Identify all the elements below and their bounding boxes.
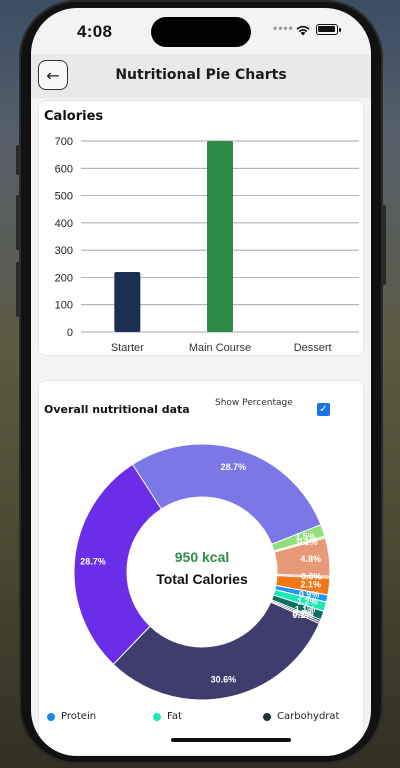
legend-label: Fat [167, 711, 182, 722]
slice-label: 4.8% [300, 554, 321, 564]
calories-bar-chart: 0 100 200 300 400 500 600 700 Starter Main Course… [55, 136, 359, 354]
legend-dot [153, 712, 161, 721]
slice-label: 28.7% [80, 557, 106, 567]
center-value: 950 kcal [175, 549, 230, 565]
bar [207, 141, 233, 332]
legend-label: Protein [61, 711, 97, 722]
slice-label: 2.1% [301, 580, 322, 590]
slice-label: 0.1% [297, 537, 318, 547]
overall-nutrition-card: Overall nutritional data Show Percentage… [38, 380, 364, 756]
legend-item-protein: Protein [47, 711, 96, 722]
page-title: Nutritional Pie Charts [115, 67, 287, 83]
calories-card: Calories 0 100 200 300 400 500 600 700 Starter Ma… [38, 100, 364, 356]
wifi-icon [296, 25, 310, 36]
bar [114, 271, 141, 332]
y-tick-label: 600 [55, 163, 73, 175]
status-time: 4:08 [77, 22, 113, 41]
slice-label: 28.7% [221, 462, 247, 472]
slice-label: 0.1% [292, 610, 313, 620]
dynamic-island [151, 17, 251, 47]
y-tick-label: 200 [55, 272, 73, 284]
y-tick-label: 300 [55, 245, 73, 257]
legend-dot [263, 712, 271, 721]
x-tick-label: Dessert [294, 342, 332, 354]
app-bar: ← Nutritional Pie Charts [31, 54, 371, 98]
y-tick-label: 0 [67, 327, 73, 339]
pie-slice [127, 443, 322, 545]
y-tick-label: 700 [55, 136, 73, 148]
legend-item-fat: Fat [153, 711, 182, 722]
center-label: Total Calories [156, 571, 248, 587]
nutrition-donut-chart: 950 kcal Total Calories 28.7%1.5%0.1%4.8… [73, 443, 331, 701]
y-tick-label: 400 [55, 218, 73, 230]
x-tick-label: Starter [111, 342, 144, 354]
pie-slice [112, 601, 320, 701]
battery-icon [316, 24, 341, 35]
x-tick-label: Main Course [189, 342, 251, 354]
home-indicator [171, 738, 291, 742]
phone-screen: 4:08 •••• ← Nutritional Pie Charts Calor… [31, 8, 371, 756]
legend-item-carbohydrate: Carbohydrat [263, 711, 339, 722]
signal-dots-icon: •••• [273, 21, 294, 35]
slice-label: 30.6% [211, 674, 237, 684]
y-tick-label: 100 [55, 300, 73, 312]
legend-dot [47, 712, 55, 721]
y-tick-label: 500 [55, 191, 73, 203]
legend-label: Carbohydrat [277, 711, 340, 722]
chart-legend: Protein Fat Carbohydrat [47, 711, 367, 725]
status-bar: 4:08 •••• [31, 8, 371, 54]
